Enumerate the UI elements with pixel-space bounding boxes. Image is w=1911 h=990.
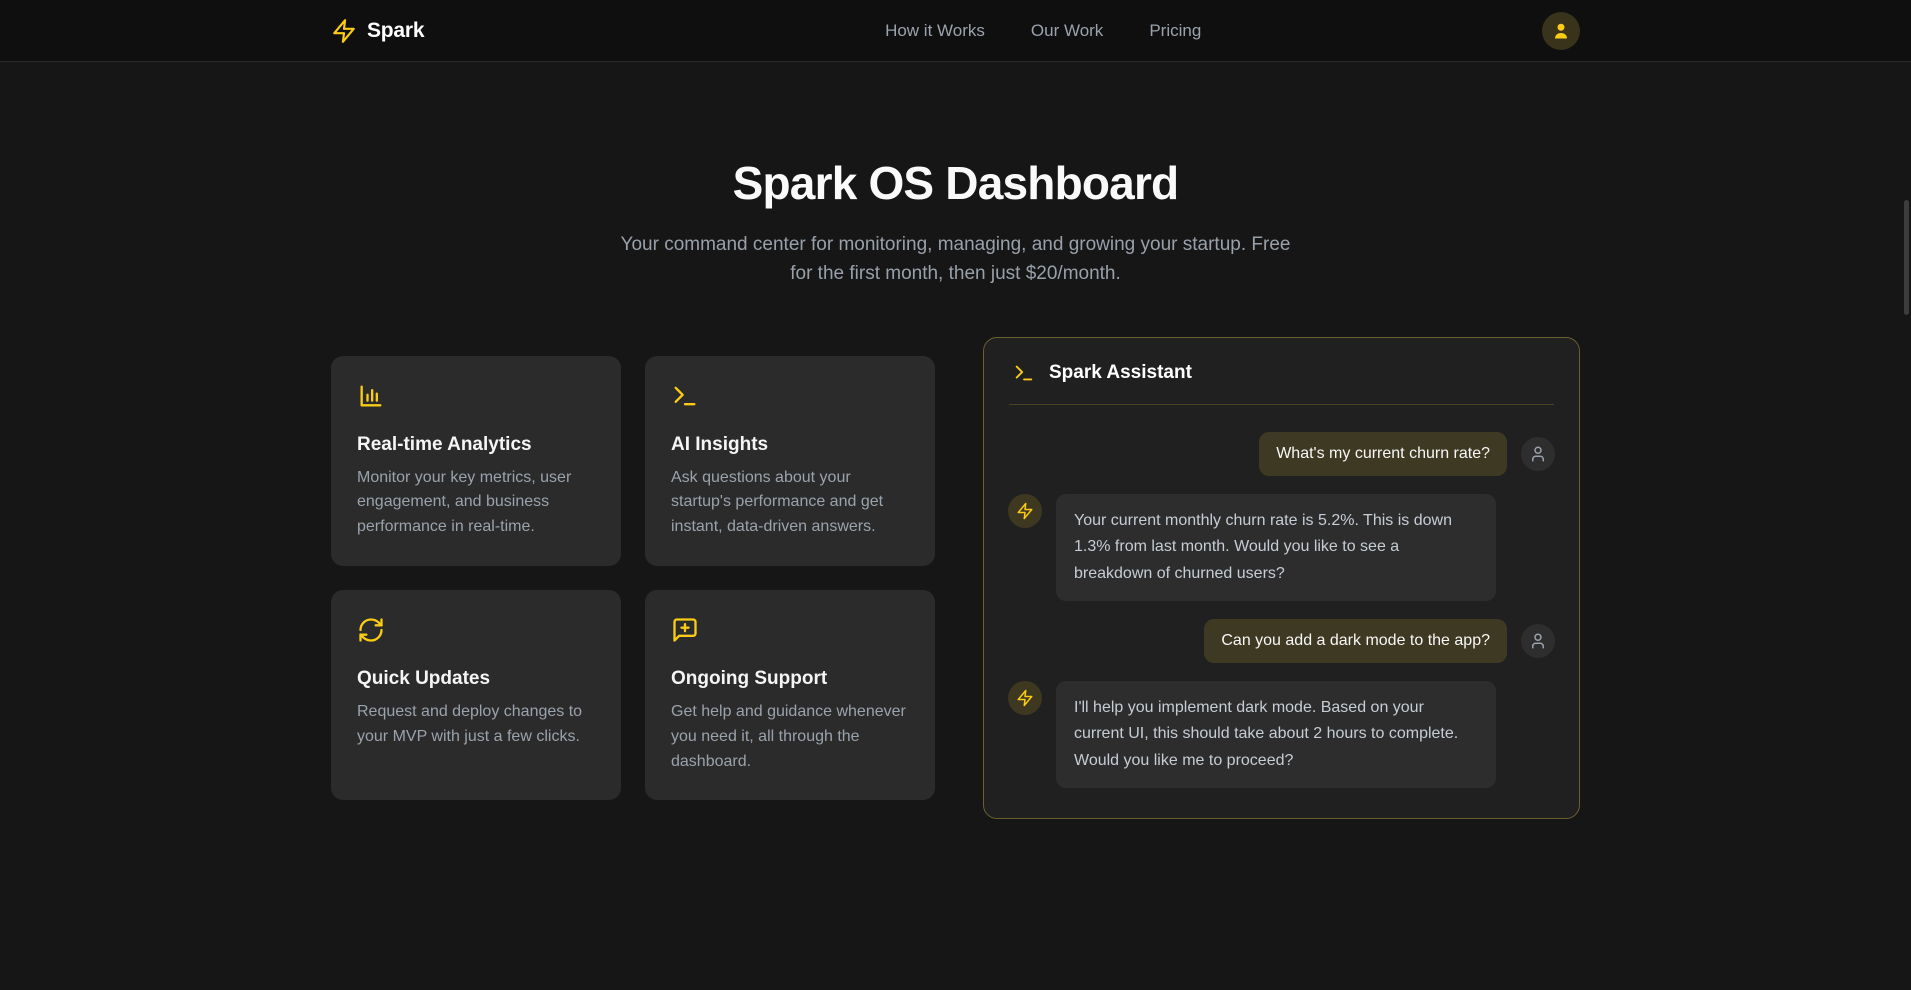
features-grid: Real-time Analytics Monitor your key met… <box>331 356 935 801</box>
terminal-icon <box>1013 362 1035 384</box>
zap-icon <box>1016 502 1034 520</box>
chat-message-assistant: Your current monthly churn rate is 5.2%.… <box>1008 494 1555 601</box>
terminal-icon <box>671 382 909 410</box>
nav-link-pricing[interactable]: Pricing <box>1149 21 1201 41</box>
refresh-icon <box>357 616 595 644</box>
feature-title: Quick Updates <box>357 668 595 690</box>
feature-card-ongoing-support: Ongoing Support Get help and guidance wh… <box>645 590 935 800</box>
feature-card-quick-updates: Quick Updates Request and deploy changes… <box>331 590 621 800</box>
feature-card-real-time-analytics: Real-time Analytics Monitor your key met… <box>331 356 621 566</box>
page-subtitle: Your command center for monitoring, mana… <box>611 230 1301 289</box>
feature-title: AI Insights <box>671 434 909 456</box>
feature-description: Request and deploy changes to your MVP w… <box>357 700 595 750</box>
brand-logo[interactable]: Spark <box>331 18 424 44</box>
assistant-avatar <box>1008 681 1042 715</box>
message-square-plus-icon <box>671 616 909 644</box>
feature-description: Get help and guidance whenever you need … <box>671 700 909 774</box>
nav-link-our-work[interactable]: Our Work <box>1031 21 1103 41</box>
chat-message-assistant: I'll help you implement dark mode. Based… <box>1008 681 1555 788</box>
assistant-avatar <box>1008 494 1042 528</box>
zap-icon <box>1016 689 1034 707</box>
feature-description: Monitor your key metrics, user engagemen… <box>357 466 595 540</box>
chat-message-user: What's my current churn rate? <box>1008 432 1555 476</box>
chat-message-user: Can you add a dark mode to the app? <box>1008 619 1555 663</box>
hero-section: Spark OS Dashboard Your command center f… <box>0 156 1911 289</box>
spark-assistant-panel: Spark Assistant What's my current churn … <box>983 337 1580 819</box>
feature-title: Real-time Analytics <box>357 434 595 456</box>
assistant-message-bubble: Your current monthly churn rate is 5.2%.… <box>1056 494 1496 601</box>
vertical-scrollbar-thumb[interactable] <box>1904 200 1909 315</box>
assistant-panel-title: Spark Assistant <box>1049 362 1192 384</box>
user-icon <box>1551 21 1571 41</box>
nav-links: How it Works Our Work Pricing <box>885 21 1201 41</box>
navbar: Spark How it Works Our Work Pricing <box>0 0 1911 62</box>
assistant-message-bubble: I'll help you implement dark mode. Based… <box>1056 681 1496 788</box>
user-message-bubble: What's my current churn rate? <box>1259 432 1507 476</box>
feature-title: Ongoing Support <box>671 668 909 690</box>
main-content: Real-time Analytics Monitor your key met… <box>331 337 1580 819</box>
user-avatar <box>1521 624 1555 658</box>
assistant-panel-header: Spark Assistant <box>1009 338 1554 405</box>
zap-icon <box>331 18 357 44</box>
brand-name: Spark <box>367 19 424 43</box>
feature-card-ai-insights: AI Insights Ask questions about your sta… <box>645 356 935 566</box>
feature-description: Ask questions about your startup's perfo… <box>671 466 909 540</box>
user-avatar <box>1521 437 1555 471</box>
user-icon <box>1529 445 1547 463</box>
page-title: Spark OS Dashboard <box>0 156 1911 210</box>
user-message-bubble: Can you add a dark mode to the app? <box>1204 619 1507 663</box>
nav-link-how-it-works[interactable]: How it Works <box>885 21 985 41</box>
user-icon <box>1529 632 1547 650</box>
account-avatar-button[interactable] <box>1542 12 1580 50</box>
bar-chart-icon <box>357 382 595 410</box>
chat-messages: What's my current churn rate? Your curre… <box>984 405 1579 818</box>
